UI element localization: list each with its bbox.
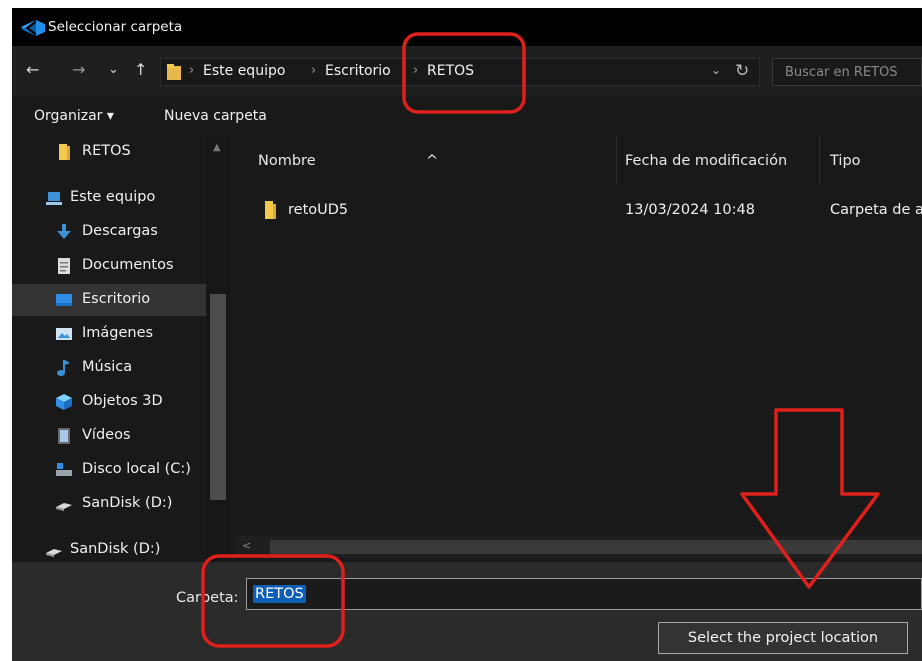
drive-icon bbox=[56, 463, 72, 476]
image-icon bbox=[56, 328, 72, 340]
search-input[interactable] bbox=[773, 59, 921, 85]
file-name: retoUD5 bbox=[288, 202, 349, 218]
computer-icon bbox=[46, 192, 62, 205]
navigation-bar: ← → ⌄ ↑ › Este equipo › Escritorio › RET… bbox=[12, 46, 922, 96]
vscode-logo-icon bbox=[21, 20, 45, 36]
folder-icon bbox=[167, 64, 181, 80]
file-list-horizontal-scrollbar[interactable]: < bbox=[236, 536, 922, 558]
address-dropdown-icon[interactable]: ⌄ bbox=[711, 63, 721, 77]
breadcrumb-separator: › bbox=[189, 63, 195, 78]
sidebar-item-retos[interactable]: RETOS bbox=[12, 136, 206, 168]
sidebar-item-documentos[interactable]: Documentos bbox=[12, 250, 206, 282]
sidebar-item-disco-local-c[interactable]: Disco local (C:) bbox=[12, 454, 206, 486]
title-bar: Seleccionar carpeta bbox=[12, 8, 922, 46]
folder-field-label: Carpeta: bbox=[176, 590, 239, 606]
sidebar-item-este-equipo[interactable]: Este equipo bbox=[12, 182, 206, 214]
select-project-location-button[interactable]: Select the project location bbox=[658, 622, 908, 654]
document-icon bbox=[58, 258, 70, 274]
breadcrumb-este-equipo[interactable]: Este equipo bbox=[203, 63, 285, 79]
usb-drive-icon bbox=[56, 503, 72, 511]
back-button[interactable]: ← bbox=[26, 60, 39, 79]
folder-name-input[interactable]: RETOS bbox=[246, 578, 922, 610]
breadcrumb-separator: › bbox=[413, 63, 419, 78]
cube-icon bbox=[56, 394, 72, 410]
horizontal-scrollbar-thumb[interactable] bbox=[270, 540, 922, 554]
folder-icon bbox=[59, 144, 70, 160]
sidebar-item-imagenes[interactable]: Imágenes bbox=[12, 318, 206, 350]
up-button[interactable]: ↑ bbox=[134, 60, 147, 79]
breadcrumb-retos[interactable]: RETOS bbox=[427, 63, 474, 79]
download-icon bbox=[57, 224, 71, 239]
sidebar-item-sandisk-d-2[interactable]: SanDisk (D:) bbox=[12, 534, 206, 562]
address-bar[interactable]: › Este equipo › Escritorio › RETOS ⌄ ↻ bbox=[160, 58, 760, 86]
sidebar-item-videos[interactable]: Vídeos bbox=[12, 420, 206, 452]
refresh-icon[interactable]: ↻ bbox=[735, 61, 749, 81]
video-icon bbox=[58, 428, 70, 444]
sidebar-scrollbar-thumb[interactable] bbox=[210, 294, 226, 500]
file-row-retoud5[interactable]: retoUD5 13/03/2024 10:48 Carpeta de a bbox=[236, 194, 922, 228]
breadcrumb-escritorio[interactable]: Escritorio bbox=[325, 63, 391, 79]
sidebar-item-escritorio[interactable]: Escritorio bbox=[12, 284, 206, 316]
breadcrumb-separator: › bbox=[311, 63, 317, 78]
sidebar-item-objetos-3d[interactable]: Objetos 3D bbox=[12, 386, 206, 418]
file-list: Nombre ^ Fecha de modificación Tipo reto… bbox=[236, 136, 922, 562]
folder-picker-dialog: Seleccionar carpeta ← → ⌄ ↑ › Este equip… bbox=[12, 8, 922, 661]
sidebar-item-musica[interactable]: Música bbox=[12, 352, 206, 384]
sort-ascending-icon: ^ bbox=[426, 153, 439, 169]
usb-drive-icon bbox=[46, 549, 62, 557]
forward-button[interactable]: → bbox=[72, 60, 85, 79]
new-folder-button[interactable]: Nueva carpeta bbox=[164, 108, 267, 124]
column-header-nombre[interactable]: Nombre ^ bbox=[236, 136, 617, 184]
scroll-up-icon[interactable]: ▲ bbox=[213, 142, 221, 153]
desktop-icon bbox=[56, 294, 72, 306]
sidebar-item-descargas[interactable]: Descargas bbox=[12, 216, 206, 248]
file-modified: 13/03/2024 10:48 bbox=[625, 202, 755, 218]
command-bar: Organizar ▾ Nueva carpeta bbox=[12, 96, 922, 136]
navigation-pane: RETOS Este equipo Descargas Documentos E… bbox=[12, 136, 236, 562]
column-header-tipo[interactable]: Tipo bbox=[820, 136, 922, 184]
sidebar-scrollbar[interactable]: ▲ bbox=[206, 136, 230, 562]
dialog-footer: Carpeta: RETOS Select the project locati… bbox=[12, 562, 922, 661]
organize-menu-button[interactable]: Organizar ▾ bbox=[34, 108, 114, 124]
music-icon bbox=[57, 360, 70, 376]
recent-locations-button[interactable]: ⌄ bbox=[108, 62, 119, 77]
window-title: Seleccionar carpeta bbox=[48, 19, 183, 35]
column-header-fecha[interactable]: Fecha de modificación bbox=[617, 136, 820, 184]
file-type: Carpeta de a bbox=[830, 202, 922, 218]
scroll-left-icon[interactable]: < bbox=[242, 539, 251, 552]
folder-name-value: RETOS bbox=[253, 585, 306, 603]
sidebar-item-sandisk-d[interactable]: SanDisk (D:) bbox=[12, 488, 206, 520]
search-box[interactable] bbox=[772, 58, 922, 86]
folder-icon bbox=[265, 201, 276, 219]
